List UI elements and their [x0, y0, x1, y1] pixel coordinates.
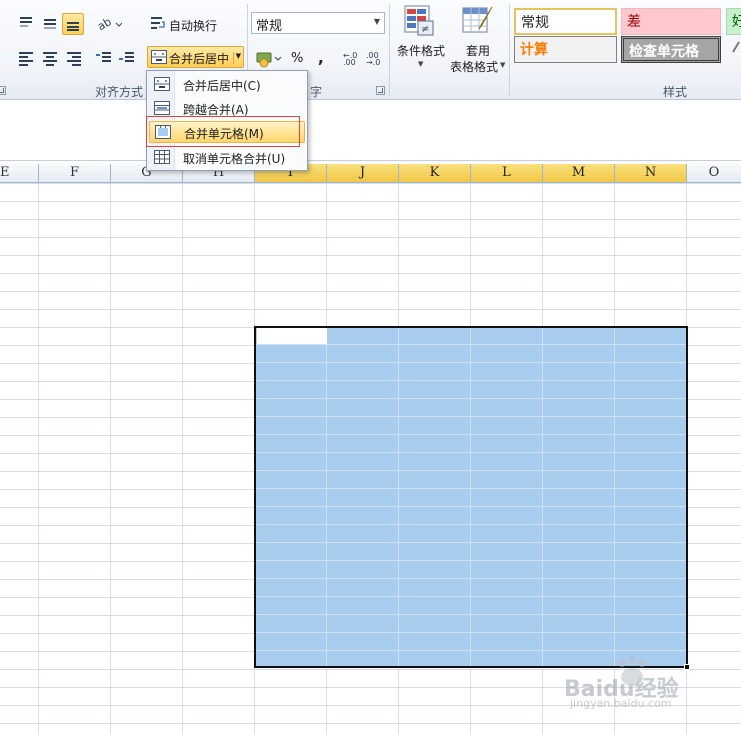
style-bad[interactable]: 差 — [621, 8, 721, 35]
menu-item-label: 合并后居中(C) — [183, 79, 261, 93]
svg-text:≠: ≠ — [421, 24, 429, 35]
menu-item-unmerge-cells[interactable]: 取消单元格合并(U) — [149, 147, 305, 169]
align-top-icon[interactable] — [18, 16, 34, 30]
watermark-url: jingyan.baidu.com — [570, 697, 672, 710]
decrease-indent-icon[interactable] — [96, 51, 112, 65]
menu-item-merge-center[interactable]: 合并后居中(C) — [149, 74, 305, 96]
annotation-highlight-box — [146, 116, 300, 147]
accounting-format-icon[interactable] — [256, 50, 282, 68]
column-header-m[interactable]: M — [543, 164, 615, 183]
align-right-icon[interactable] — [66, 51, 82, 66]
chevron-down-icon: ▼ — [500, 61, 506, 69]
style-calculation[interactable]: 计算 — [514, 36, 617, 63]
chevron-down-icon: ▼ — [418, 60, 424, 68]
style-good[interactable]: 好 — [726, 8, 741, 35]
format-as-table-icon[interactable] — [462, 5, 494, 37]
column-header-e[interactable]: E — [0, 164, 39, 183]
svg-text:ab: ab — [96, 15, 114, 33]
ribbon: ab 自动换行 合并后居中 ▼ 对齐方式 常规 ▼ % , ←.0 .00 .0… — [0, 0, 741, 100]
align-left-icon[interactable] — [18, 51, 34, 66]
comma-button[interactable]: , — [318, 49, 324, 67]
percent-button[interactable]: % — [291, 51, 303, 66]
styles-group-label: 样式 — [663, 85, 688, 99]
number-launcher-icon[interactable] — [376, 86, 385, 95]
increase-decimal-button[interactable]: ←.0 .00 — [343, 52, 361, 67]
wrap-text-icon — [151, 17, 165, 29]
style-normal[interactable]: 常规 — [514, 8, 617, 35]
number-format-value: 常规 — [256, 19, 283, 34]
group-separator — [509, 4, 510, 96]
chevron-down-icon: ▼ — [373, 17, 380, 26]
align-center-icon[interactable] — [42, 51, 58, 66]
formula-area — [0, 101, 741, 161]
alignment-launcher-icon[interactable] — [0, 86, 6, 95]
style-check-cell[interactable]: 检查单元格 — [621, 36, 721, 63]
increase-indent-icon[interactable] — [119, 51, 135, 65]
merge-dropdown-arrow-icon[interactable]: ▼ — [232, 52, 241, 64]
column-header-l[interactable]: L — [471, 164, 543, 183]
merge-center-button[interactable]: 合并后居中 ▼ — [147, 46, 244, 68]
number-group-label: 字 — [310, 85, 323, 99]
orientation-icon[interactable]: ab — [96, 15, 122, 33]
menu-item-label: 取消单元格合并(U) — [183, 152, 286, 166]
column-header-k[interactable]: K — [399, 164, 471, 183]
pen-icon[interactable] — [731, 40, 741, 54]
wrap-text-button[interactable]: 自动换行 — [169, 17, 217, 34]
baidu-watermark: Baidu经验 jingyan.baidu.com — [564, 655, 714, 710]
merge-center-label: 合并后居中 — [169, 52, 230, 66]
decrease-decimal-button[interactable]: .00 →.0 — [366, 52, 384, 67]
align-middle-icon[interactable] — [42, 16, 58, 30]
column-header-n[interactable]: N — [615, 164, 687, 183]
alignment-group-label: 对齐方式 — [95, 85, 144, 99]
merge-center-icon — [151, 50, 167, 64]
format-as-table-label-2[interactable]: 表格格式 — [450, 58, 498, 75]
column-header-o[interactable]: O — [687, 164, 741, 183]
align-bottom-icon — [65, 17, 81, 31]
group-separator — [389, 4, 390, 96]
conditional-format-icon[interactable]: ≠ — [404, 5, 436, 37]
number-format-select[interactable]: 常规 ▼ — [251, 12, 385, 34]
selection-border — [254, 326, 688, 668]
conditional-format-label[interactable]: 条件格式 — [397, 42, 445, 59]
unmerge-cells-icon — [154, 150, 170, 164]
format-as-table-label-1[interactable]: 套用 — [466, 42, 490, 59]
column-header-f[interactable]: F — [39, 164, 111, 183]
merge-center-icon — [154, 77, 170, 91]
column-header-j[interactable]: J — [327, 164, 399, 183]
align-bottom-button[interactable] — [62, 13, 84, 35]
merge-across-icon — [154, 101, 170, 115]
